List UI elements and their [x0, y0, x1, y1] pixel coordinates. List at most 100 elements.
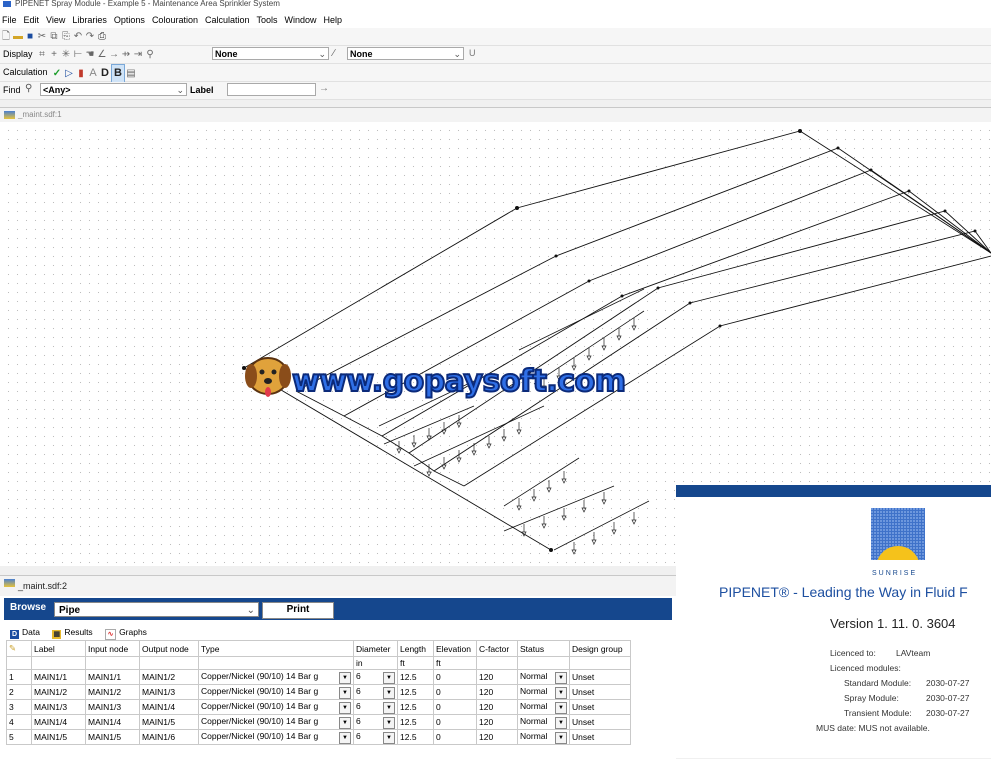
menu-calculation[interactable]: Calculation: [203, 15, 255, 25]
find-type-combo[interactable]: <Any> ⌄: [40, 83, 187, 96]
menu-help[interactable]: Help: [322, 15, 348, 25]
cell-design-group[interactable]: Unset: [569, 729, 631, 745]
table-row[interactable]: 5 MAIN1/5 MAIN1/5 MAIN1/6 ▼ Copper/Nickel (9…: [6, 729, 631, 745]
play-icon[interactable]: ▷: [63, 65, 75, 82]
row-number[interactable]: 3: [6, 699, 32, 715]
tab-graphs[interactable]: ∿ Graphs: [105, 627, 147, 640]
cell-output-node[interactable]: MAIN1/6: [139, 729, 199, 745]
cell-length[interactable]: 12.5: [397, 729, 434, 745]
dropdown-arrow-icon[interactable]: ▼: [339, 716, 351, 729]
cell-c-factor[interactable]: 120: [476, 699, 518, 715]
dropdown-arrow-icon[interactable]: ▼: [383, 716, 395, 729]
dropdown-arrow-icon[interactable]: ▼: [555, 701, 567, 714]
go-arrow-icon[interactable]: →: [319, 83, 329, 94]
cell-diameter[interactable]: ▼ 6: [353, 714, 398, 730]
cell-type[interactable]: ▼ Copper/Nickel (90/10) 14 Bar g: [198, 714, 354, 730]
dropdown-arrow-icon[interactable]: ▼: [383, 701, 395, 714]
cell-status[interactable]: ▼ Normal: [517, 684, 570, 700]
menu-view[interactable]: View: [44, 15, 70, 25]
cell-status[interactable]: ▼ Normal: [517, 699, 570, 715]
report-icon[interactable]: ▤: [125, 65, 137, 82]
cell-design-group[interactable]: Unset: [569, 669, 631, 685]
split-arrow-icon[interactable]: ⇸: [120, 46, 132, 63]
header-output-node[interactable]: Output node: [139, 640, 199, 657]
header-length[interactable]: Length: [397, 640, 434, 657]
battery-icon[interactable]: ▮: [75, 65, 87, 82]
pointer-icon[interactable]: ☚: [84, 46, 96, 63]
menu-colouration[interactable]: Colouration: [150, 15, 203, 25]
dropdown-arrow-icon[interactable]: ▼: [555, 686, 567, 699]
cell-label[interactable]: MAIN1/5: [31, 729, 86, 745]
dropdown-arrow-icon[interactable]: ▼: [339, 731, 351, 744]
open-folder-icon[interactable]: ▬: [12, 28, 24, 45]
u-icon[interactable]: U: [469, 48, 476, 58]
end-arrow-icon[interactable]: ⇥: [132, 46, 144, 63]
header-label[interactable]: Label: [31, 640, 86, 657]
cut-icon[interactable]: ✂: [36, 28, 48, 45]
cell-length[interactable]: 12.5: [397, 699, 434, 715]
cell-elevation[interactable]: 0: [433, 729, 477, 745]
node-icon[interactable]: ⚲: [144, 46, 156, 63]
row-number[interactable]: 2: [6, 684, 32, 700]
arrow-right-icon[interactable]: →: [108, 46, 120, 63]
dropdown-arrow-icon[interactable]: ▼: [339, 671, 351, 684]
header-status[interactable]: Status: [517, 640, 570, 657]
cell-type[interactable]: ▼ Copper/Nickel (90/10) 14 Bar g: [198, 729, 354, 745]
header-design-group[interactable]: Design group: [569, 640, 631, 657]
cell-status[interactable]: ▼ Normal: [517, 729, 570, 745]
cell-label[interactable]: MAIN1/2: [31, 684, 86, 700]
dropdown-arrow-icon[interactable]: ▼: [383, 686, 395, 699]
dropdown-arrow-icon[interactable]: ▼: [555, 671, 567, 684]
table-row[interactable]: 2 MAIN1/2 MAIN1/2 MAIN1/3 ▼ Copper/Nickel (9…: [6, 684, 631, 700]
tab-data[interactable]: D Data: [10, 627, 40, 639]
header-type[interactable]: Type: [198, 640, 354, 657]
browse-type-select[interactable]: Pipe ⌄: [54, 602, 259, 617]
paste-icon[interactable]: ⎘: [60, 28, 72, 45]
save-icon[interactable]: ■: [24, 28, 36, 45]
cell-input-node[interactable]: MAIN1/5: [85, 729, 140, 745]
cell-c-factor[interactable]: 120: [476, 669, 518, 685]
header-elevation[interactable]: Elevation: [433, 640, 477, 657]
cell-diameter[interactable]: ▼ 6: [353, 669, 398, 685]
print-button[interactable]: Print: [262, 602, 334, 619]
check-icon[interactable]: ✓: [51, 65, 63, 82]
cell-status[interactable]: ▼ Normal: [517, 714, 570, 730]
cell-diameter[interactable]: ▼ 6: [353, 684, 398, 700]
bracket-icon[interactable]: ⊢: [72, 46, 84, 63]
cell-output-node[interactable]: MAIN1/2: [139, 669, 199, 685]
cross-icon[interactable]: +: [48, 46, 60, 63]
row-number[interactable]: 5: [6, 729, 32, 745]
menu-options[interactable]: Options: [112, 15, 150, 25]
dropdown-arrow-icon[interactable]: ▼: [383, 731, 395, 744]
display-pipe-combo[interactable]: None ⌄: [347, 47, 464, 60]
label-input[interactable]: [227, 83, 316, 96]
menu-edit[interactable]: Edit: [22, 15, 45, 25]
cell-elevation[interactable]: 0: [433, 669, 477, 685]
cell-type[interactable]: ▼ Copper/Nickel (90/10) 14 Bar g: [198, 669, 354, 685]
dropdown-arrow-icon[interactable]: ▼: [555, 731, 567, 744]
dropdown-arrow-icon[interactable]: ▼: [383, 671, 395, 684]
cell-label[interactable]: MAIN1/3: [31, 699, 86, 715]
menu-window[interactable]: Window: [283, 15, 322, 25]
cell-elevation[interactable]: 0: [433, 684, 477, 700]
cell-input-node[interactable]: MAIN1/1: [85, 669, 140, 685]
menu-libraries[interactable]: Libraries: [70, 15, 112, 25]
cell-diameter[interactable]: ▼ 6: [353, 699, 398, 715]
cell-output-node[interactable]: MAIN1/5: [139, 714, 199, 730]
schematic-tab[interactable]: _maint.sdf:1: [0, 108, 991, 122]
cell-c-factor[interactable]: 120: [476, 714, 518, 730]
table-row[interactable]: 1 MAIN1/1 MAIN1/1 MAIN1/2 ▼ Copper/Nickel (9…: [6, 669, 631, 685]
cell-diameter[interactable]: ▼ 6: [353, 729, 398, 745]
menu-file[interactable]: File: [0, 15, 22, 25]
cell-input-node[interactable]: MAIN1/4: [85, 714, 140, 730]
b-icon[interactable]: B: [111, 64, 125, 83]
cell-input-node[interactable]: MAIN1/2: [85, 684, 140, 700]
cell-length[interactable]: 12.5: [397, 714, 434, 730]
row-number[interactable]: 1: [6, 669, 32, 685]
cell-input-node[interactable]: MAIN1/3: [85, 699, 140, 715]
header-input-node[interactable]: Input node: [85, 640, 140, 657]
display-node-combo[interactable]: None ⌄: [212, 47, 329, 60]
undo-icon[interactable]: ↶: [72, 28, 84, 45]
slant-icon[interactable]: ∠: [96, 46, 108, 63]
d-icon[interactable]: D: [99, 65, 111, 82]
